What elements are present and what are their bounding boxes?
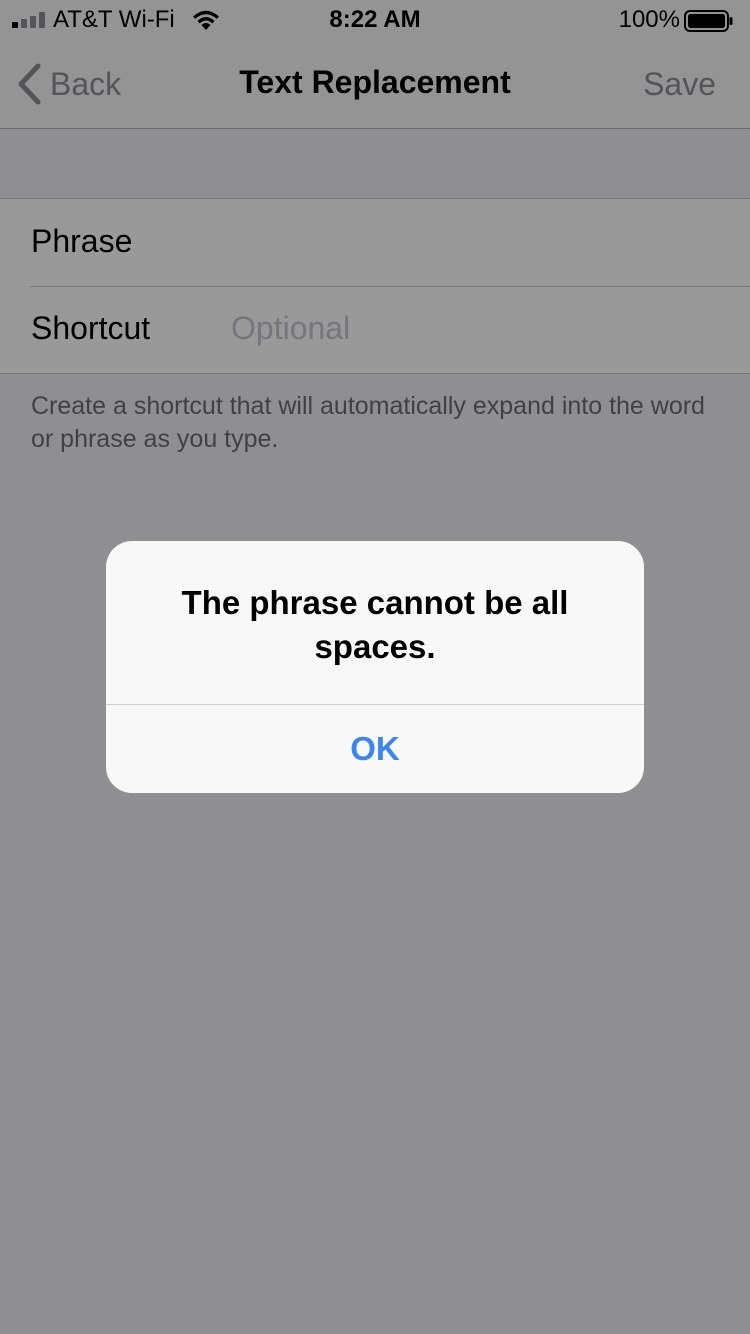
alert-dialog: The phrase cannot be all spaces. OK [106, 541, 644, 793]
alert-message: The phrase cannot be all spaces. [181, 584, 569, 665]
ok-button[interactable]: OK [106, 705, 644, 793]
